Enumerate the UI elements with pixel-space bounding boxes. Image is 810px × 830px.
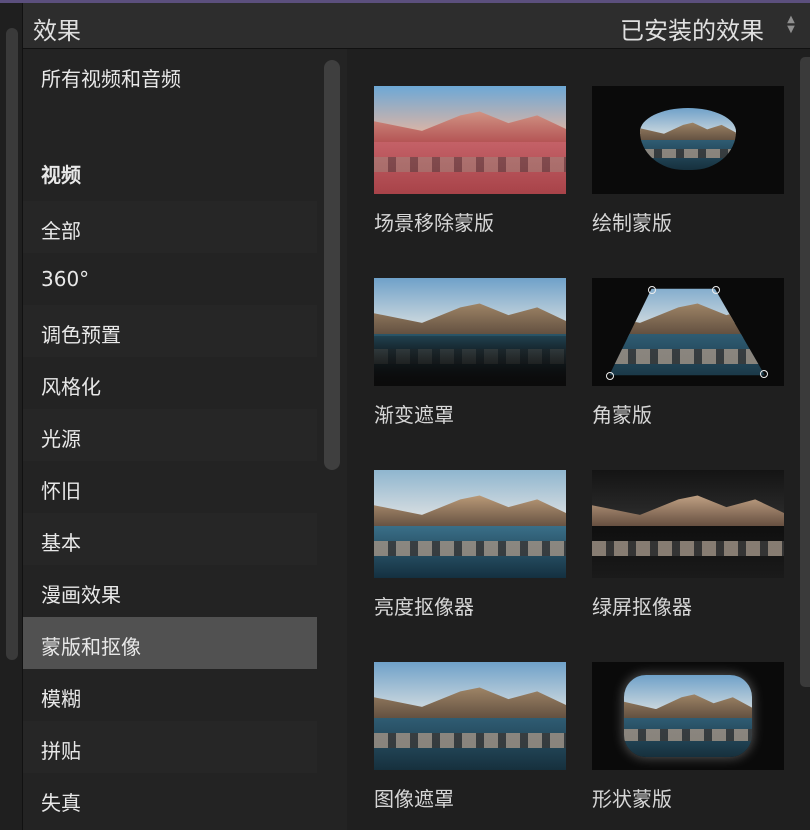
category-label: 蒙版和抠像 [41, 635, 141, 659]
category-label: 漫画效果 [41, 583, 121, 607]
effect-thumbnail [374, 662, 566, 770]
category-label: 全部 [41, 219, 81, 243]
installed-effects-selector[interactable]: 已安装的效果 [620, 11, 764, 46]
category-label: 拼贴 [41, 739, 81, 763]
category-panel-header: 效果 [23, 3, 347, 49]
corner-handle-icon[interactable] [760, 370, 768, 378]
category-basics[interactable]: 基本 [23, 513, 317, 565]
effect-thumbnail [592, 278, 784, 386]
effect-label: 形状蒙版 [592, 787, 672, 811]
category-360[interactable]: 360° [23, 253, 317, 305]
corner-handle-icon[interactable] [606, 372, 614, 380]
category-tiling[interactable]: 拼贴 [23, 721, 317, 773]
effect-label: 绿屏抠像器 [592, 595, 692, 619]
effect-thumbnail [592, 86, 784, 194]
category-blur[interactable]: 模糊 [23, 669, 317, 721]
category-label: 怀旧 [41, 479, 81, 503]
effect-thumbnail [374, 470, 566, 578]
up-down-chevron-icon[interactable]: ▲ ▼ [784, 15, 798, 37]
effects-browser-header: 已安装的效果 ▲ ▼ [347, 3, 810, 49]
category-distortion[interactable]: 失真 [23, 773, 317, 825]
category-nostalgia[interactable]: 怀旧 [23, 461, 317, 513]
category-video-heading[interactable]: 视频 [23, 145, 317, 197]
category-label: 风格化 [41, 375, 101, 399]
effect-thumbnail [592, 470, 784, 578]
outer-scrollbar[interactable] [6, 28, 18, 660]
category-all[interactable]: 全部 [23, 201, 317, 253]
category-label: 360° [41, 267, 90, 291]
effect-label: 渐变遮罩 [374, 403, 454, 427]
effects-scrollbar[interactable] [800, 57, 810, 687]
category-label: 基本 [41, 531, 81, 555]
corner-handle-icon[interactable] [648, 286, 656, 294]
effect-thumbnail [374, 86, 566, 194]
category-label: 调色预置 [41, 323, 121, 347]
effect-label: 绘制蒙版 [592, 211, 672, 235]
category-panel-title: 效果 [33, 17, 81, 45]
effect-label: 角蒙版 [592, 403, 652, 427]
category-color-presets[interactable]: 调色预置 [23, 305, 317, 357]
effects-grid: 场景移除蒙版 绘制蒙版 渐变遮罩 角蒙版 亮度抠像器 绿屏抠像器 图像遮罩 形状… [347, 49, 810, 830]
category-all-video-audio[interactable]: 所有视频和音频 [23, 49, 317, 101]
category-light[interactable]: 光源 [23, 409, 317, 461]
effects-category-panel: 效果 所有视频和音频 视频 全部 360° 调色预置 风格化 光源 怀旧 基本 … [22, 3, 348, 830]
effect-label: 场景移除蒙版 [374, 211, 494, 235]
category-masks-keying[interactable]: 蒙版和抠像 [23, 617, 317, 669]
category-label: 视频 [41, 163, 81, 187]
effect-label: 亮度抠像器 [374, 595, 474, 619]
category-comic[interactable]: 漫画效果 [23, 565, 317, 617]
effect-label: 图像遮罩 [374, 787, 454, 811]
category-label: 所有视频和音频 [41, 67, 181, 91]
effect-thumbnail [592, 662, 784, 770]
effect-thumbnail [374, 278, 566, 386]
category-label: 失真 [41, 791, 81, 815]
category-scrollbar[interactable] [324, 60, 340, 470]
category-stylize[interactable]: 风格化 [23, 357, 317, 409]
category-label: 光源 [41, 427, 81, 451]
corner-handle-icon[interactable] [712, 286, 720, 294]
category-label: 模糊 [41, 687, 81, 711]
